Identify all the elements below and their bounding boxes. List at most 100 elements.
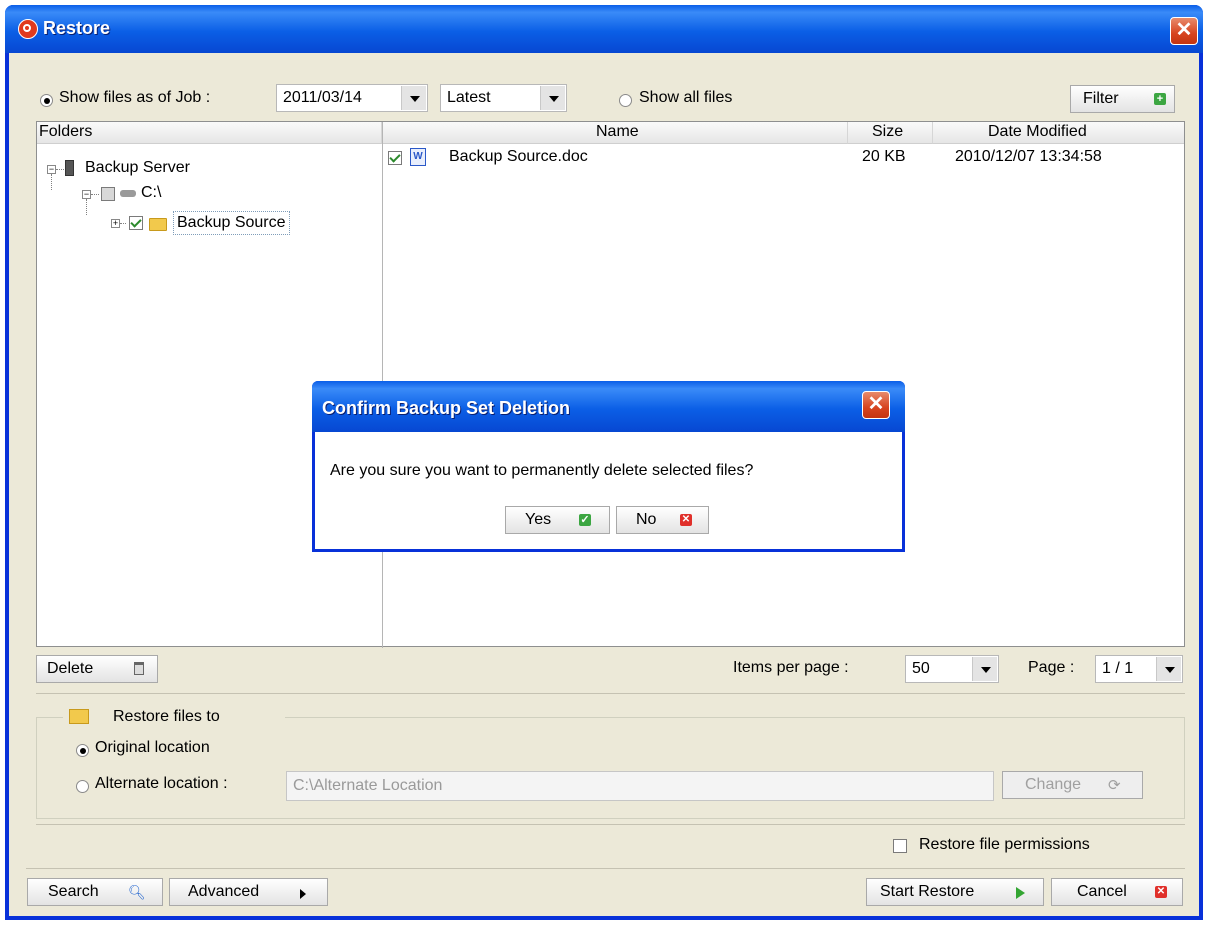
tree-item-drive[interactable]: C:\	[141, 184, 161, 202]
folders-header: Folders	[37, 122, 382, 144]
dialog-title-bar[interactable]: Confirm Backup Set Deletion ✕	[312, 381, 905, 432]
start-restore-button[interactable]: Start Restore	[866, 878, 1044, 906]
chevron-down-icon[interactable]	[401, 86, 426, 110]
no-button[interactable]: No ✕	[616, 506, 709, 534]
original-location-radio[interactable]	[76, 744, 89, 757]
search-label: Search	[48, 883, 99, 900]
alternate-location-placeholder: C:\Alternate Location	[293, 777, 443, 794]
show-as-of-job-label: Show files as of Job :	[59, 89, 211, 106]
title-bar[interactable]: Restore ✕	[5, 5, 1203, 53]
restore-to-legend-label: Restore files to	[113, 708, 220, 725]
date-column-label: Date Modified	[988, 123, 1087, 140]
dialog-close-button[interactable]: ✕	[862, 391, 890, 419]
check-icon: ✓	[579, 514, 591, 526]
cancel-label: Cancel	[1077, 883, 1127, 900]
tree-connector	[91, 194, 99, 195]
show-all-files-label: Show all files	[639, 89, 733, 106]
dialog-message: Are you sure you want to permanently del…	[330, 462, 754, 479]
tree-item-folder[interactable]: Backup Source	[173, 211, 290, 235]
alternate-location-label: Alternate location :	[95, 775, 228, 792]
add-filter-icon: +	[1154, 93, 1166, 105]
file-name: Backup Source.doc	[449, 148, 588, 165]
chevron-down-icon[interactable]	[540, 86, 565, 110]
no-label: No	[636, 511, 657, 528]
tree-connector	[120, 223, 126, 224]
confirm-deletion-dialog: Confirm Backup Set Deletion ✕ Are you su…	[312, 381, 905, 552]
refresh-icon: ⟳	[1108, 777, 1121, 794]
search-button[interactable]: Search 🔍︎	[27, 878, 163, 906]
yes-label: Yes	[525, 511, 552, 528]
name-column-label: Name	[596, 123, 639, 140]
folders-header-label: Folders	[39, 123, 93, 140]
job-date-select[interactable]: 2011/03/14	[276, 84, 428, 112]
close-icon: ✕	[680, 514, 692, 526]
word-document-icon: W	[410, 148, 426, 166]
drive-checkbox[interactable]	[101, 187, 115, 201]
advanced-label: Advanced	[188, 883, 260, 900]
chevron-down-icon[interactable]	[972, 657, 997, 681]
delete-button[interactable]: Delete	[36, 655, 158, 683]
dialog-body: Are you sure you want to permanently del…	[315, 432, 902, 549]
job-date-value: 2011/03/14	[283, 89, 362, 106]
collapse-server-icon[interactable]: −	[47, 165, 56, 174]
tree-connector	[86, 199, 87, 215]
tree-connector	[51, 174, 52, 190]
cancel-button[interactable]: Cancel ✕	[1051, 878, 1183, 906]
restore-to-legend: Restore files to	[63, 705, 285, 729]
date-column-header[interactable]: Date Modified	[933, 122, 1184, 144]
size-column-header[interactable]: Size	[848, 122, 933, 144]
page-label: Page :	[1028, 659, 1075, 676]
file-size: 20 KB	[862, 148, 906, 165]
dialog-title: Confirm Backup Set Deletion	[322, 398, 571, 418]
divider	[26, 868, 1185, 869]
open-folder-icon	[69, 709, 89, 724]
name-column-header[interactable]: Name	[383, 122, 848, 144]
divider	[36, 824, 1185, 825]
drive-icon	[120, 190, 136, 197]
alternate-location-radio[interactable]	[76, 780, 89, 793]
filter-label: Filter	[1083, 90, 1119, 107]
items-per-page-select[interactable]: 50	[905, 655, 999, 683]
cancel-x-icon: ✕	[1155, 886, 1167, 898]
window-title: Restore	[43, 18, 111, 38]
collapse-drive-icon[interactable]: −	[82, 190, 91, 199]
filter-button[interactable]: Filter +	[1070, 85, 1175, 113]
tree-item-server[interactable]: Backup Server	[85, 159, 190, 177]
window-close-button[interactable]: ✕	[1170, 17, 1198, 45]
tree-connector	[56, 169, 64, 170]
show-all-files-radio[interactable]	[619, 94, 632, 107]
chevron-right-icon	[300, 889, 306, 899]
size-column-label: Size	[872, 123, 904, 140]
folder-checkbox[interactable]	[129, 216, 143, 230]
restore-permissions-label: Restore file permissions	[919, 836, 1090, 853]
folder-icon	[149, 218, 167, 231]
page-select[interactable]: 1 / 1	[1095, 655, 1183, 683]
file-date: 2010/12/07 13:34:58	[955, 148, 1102, 165]
items-per-page-label: Items per page :	[733, 659, 849, 676]
yes-button[interactable]: Yes ✓	[505, 506, 610, 534]
expand-folder-icon[interactable]: +	[111, 219, 120, 228]
search-icon: 🔍︎	[128, 884, 146, 900]
version-value: Latest	[447, 89, 491, 106]
divider	[36, 693, 1185, 694]
restore-permissions-checkbox[interactable]	[893, 839, 907, 853]
start-restore-label: Start Restore	[880, 883, 975, 900]
chevron-down-icon[interactable]	[1156, 657, 1181, 681]
change-label: Change	[1025, 776, 1082, 793]
server-icon	[65, 160, 74, 176]
alternate-location-input[interactable]: C:\Alternate Location	[286, 771, 994, 801]
change-button[interactable]: Change ⟳	[1002, 771, 1143, 799]
trash-icon	[134, 662, 144, 675]
advanced-button[interactable]: Advanced	[169, 878, 328, 906]
table-row[interactable]: W Backup Source.doc 20 KB 2010/12/07 13:…	[383, 146, 1184, 168]
items-per-page-value: 50	[912, 660, 930, 677]
original-location-label: Original location	[95, 739, 210, 756]
delete-label: Delete	[47, 660, 94, 677]
file-checkbox[interactable]	[388, 151, 402, 165]
app-logo-icon	[18, 19, 38, 39]
version-select[interactable]: Latest	[440, 84, 567, 112]
restore-to-group	[36, 717, 1185, 819]
show-as-of-job-radio[interactable]	[40, 94, 53, 107]
play-icon	[1016, 887, 1025, 899]
page-value: 1 / 1	[1102, 660, 1134, 677]
